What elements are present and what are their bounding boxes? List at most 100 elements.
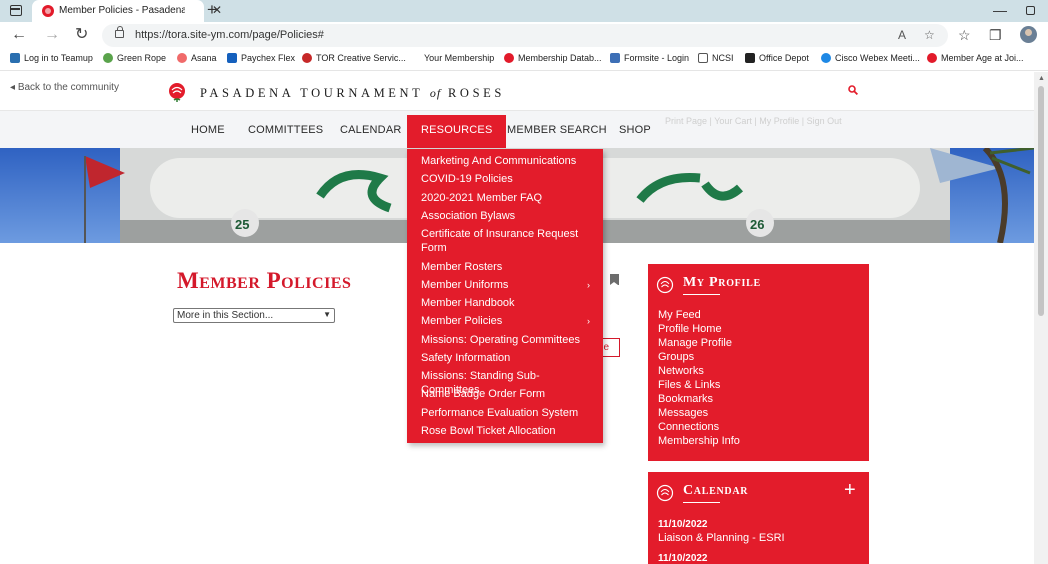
profile-link-profile-home[interactable]: Profile Home — [658, 323, 722, 335]
menu-item-rose-bowl-ticket-allocation[interactable]: Rose Bowl Ticket Allocation — [421, 424, 591, 438]
browser-tab-strip: Member Policies - Pasadena Tou ✕ + — — [0, 0, 1048, 22]
bookmark-item[interactable]: Office Depot — [745, 53, 809, 63]
profile-link-bookmarks[interactable]: Bookmarks — [658, 393, 713, 405]
menu-item-marketing-communications[interactable]: Marketing And Communications — [421, 154, 591, 168]
menu-item-member-handbook[interactable]: Member Handbook — [421, 296, 591, 310]
rose-icon — [656, 276, 674, 294]
event-title[interactable]: Liaison & Planning - ESRI — [658, 532, 785, 544]
refresh-icon[interactable]: ↻ — [75, 26, 88, 44]
my-profile-widget: My Profile My Feed Profile Home Manage P… — [648, 264, 869, 461]
collections-icon[interactable]: ❐ — [989, 27, 1002, 43]
minimize-window-icon[interactable]: — — [993, 2, 1007, 18]
widget-title: My Profile — [683, 275, 761, 290]
profile-link-messages[interactable]: Messages — [658, 407, 708, 419]
calendar-widget: Calendar + 11/10/2022 Liaison & Planning… — [648, 472, 869, 564]
submenu-arrow-icon: › — [587, 316, 590, 326]
svg-text:26: 26 — [750, 217, 764, 232]
utility-links[interactable]: Print Page | Your Cart | My Profile | Si… — [665, 116, 842, 126]
widget-divider — [683, 502, 720, 503]
read-aloud-icon[interactable]: A — [898, 28, 906, 42]
tor-creative-icon — [302, 53, 312, 63]
nav-member-search[interactable]: MEMBER SEARCH — [507, 124, 607, 136]
rose-icon — [656, 484, 674, 502]
menu-item-member-policies[interactable]: Member Policies › — [421, 314, 591, 328]
widget-title: Calendar — [683, 483, 749, 498]
nav-calendar[interactable]: CALENDAR — [340, 124, 402, 136]
add-event-icon[interactable]: + — [844, 480, 856, 500]
search-icon[interactable] — [848, 85, 858, 95]
rose-logo-icon[interactable] — [166, 81, 188, 103]
bookmark-item[interactable]: Log in to Teamup — [10, 53, 93, 63]
nav-shop[interactable]: SHOP — [619, 124, 651, 136]
menu-item-safety-information[interactable]: Safety Information — [421, 351, 591, 365]
scroll-up-icon[interactable]: ▲ — [1038, 75, 1045, 82]
address-bar[interactable]: https://tora.site-ym.com/page/Policies# … — [102, 24, 948, 47]
green-rope-icon — [103, 53, 113, 63]
nav-home[interactable]: HOME — [191, 124, 225, 136]
svg-text:25: 25 — [235, 217, 249, 232]
site-header: ◂ Back to the community PASADENA TOURNAM… — [0, 72, 1034, 110]
bookmarks-bar: Log in to Teamup Green Rope Asana Payche… — [0, 49, 1048, 71]
menu-item-name-badge-order-form[interactable]: Name Badge Order Form — [421, 387, 591, 401]
profile-link-connections[interactable]: Connections — [658, 421, 719, 433]
membership-database-icon — [504, 53, 514, 63]
profile-link-membership-info[interactable]: Membership Info — [658, 435, 740, 447]
favorites-icon[interactable]: ☆ — [958, 27, 971, 43]
favorite-star-icon[interactable]: ☆ — [924, 28, 935, 42]
formsite-icon — [610, 53, 620, 63]
profile-link-groups[interactable]: Groups — [658, 351, 694, 363]
bookmark-item[interactable]: NCSI — [698, 53, 734, 63]
brand-wordmark[interactable]: PASADENA TOURNAMENT of ROSES — [200, 86, 505, 101]
resources-dropdown-menu: Marketing And Communications COVID-19 Po… — [407, 149, 603, 443]
lock-icon[interactable] — [115, 26, 124, 38]
menu-item-operating-committees[interactable]: Missions: Operating Committees — [421, 333, 591, 347]
tab-actions-icon[interactable] — [10, 5, 22, 16]
asana-icon — [177, 53, 187, 63]
bookmark-item[interactable]: Formsite - Login — [610, 53, 689, 63]
scrollbar-thumb[interactable] — [1038, 86, 1044, 316]
chevron-down-icon: ▼ — [323, 310, 331, 319]
nav-committees[interactable]: COMMITTEES — [248, 124, 323, 136]
your-membership-icon — [410, 53, 420, 63]
tab-title: Member Policies - Pasadena Tou — [59, 5, 185, 16]
page-scrollbar[interactable]: ▲ — [1034, 72, 1048, 564]
browser-profile-avatar[interactable] — [1020, 26, 1037, 43]
bookmark-item[interactable]: Membership Datab... — [504, 53, 602, 63]
section-select[interactable]: More in this Section... ▼ — [173, 308, 335, 323]
menu-item-member-uniforms[interactable]: Member Uniforms › — [421, 278, 591, 292]
bookmark-item[interactable]: Cisco Webex Meeti... — [821, 53, 920, 63]
bookmark-item[interactable]: Asana — [177, 53, 217, 63]
rose-favicon-icon — [42, 5, 54, 17]
back-arrow-icon[interactable]: ← — [11, 26, 27, 44]
menu-item-insurance-request-form[interactable]: Certificate of Insurance Request Form — [421, 227, 591, 255]
submenu-arrow-icon: › — [587, 280, 590, 290]
forward-arrow-icon[interactable]: → — [44, 26, 60, 44]
main-navigation: HOME COMMITTEES CALENDAR RESOURCES MEMBE… — [0, 110, 1034, 151]
maximize-window-icon[interactable] — [1026, 6, 1035, 15]
bookmark-item[interactable]: Paychex Flex — [227, 53, 295, 63]
menu-item-covid-policies[interactable]: COVID-19 Policies — [421, 172, 591, 186]
member-age-icon — [927, 53, 937, 63]
new-tab-icon[interactable]: + — [207, 1, 217, 19]
bookmark-item[interactable]: Your Membership — [410, 53, 494, 63]
menu-item-performance-evaluation[interactable]: Performance Evaluation System — [421, 406, 591, 420]
menu-item-member-rosters[interactable]: Member Rosters — [421, 260, 591, 274]
nav-resources[interactable]: RESOURCES — [407, 115, 507, 151]
profile-link-networks[interactable]: Networks — [658, 365, 704, 377]
bookmark-item[interactable]: Member Age at Joi... — [927, 53, 1024, 63]
bookmark-icon[interactable] — [610, 274, 619, 285]
back-to-community-link[interactable]: ◂ Back to the community — [10, 82, 119, 93]
url-text[interactable]: https://tora.site-ym.com/page/Policies# — [135, 29, 324, 41]
profile-link-files-links[interactable]: Files & Links — [658, 379, 720, 391]
profile-link-manage-profile[interactable]: Manage Profile — [658, 337, 732, 349]
profile-link-my-feed[interactable]: My Feed — [658, 309, 701, 321]
bookmark-item[interactable]: TOR Creative Servic... — [302, 53, 406, 63]
browser-tab-active[interactable]: Member Policies - Pasadena Tou ✕ — [32, 0, 222, 22]
bookmark-item[interactable]: Green Rope — [103, 53, 166, 63]
event-date: 11/10/2022 — [658, 519, 708, 530]
document-icon — [698, 53, 708, 63]
apps-grid-icon — [10, 53, 20, 63]
event-date: 11/10/2022 — [658, 553, 708, 564]
menu-item-association-bylaws[interactable]: Association Bylaws — [421, 209, 591, 223]
menu-item-member-faq[interactable]: 2020-2021 Member FAQ — [421, 191, 591, 205]
